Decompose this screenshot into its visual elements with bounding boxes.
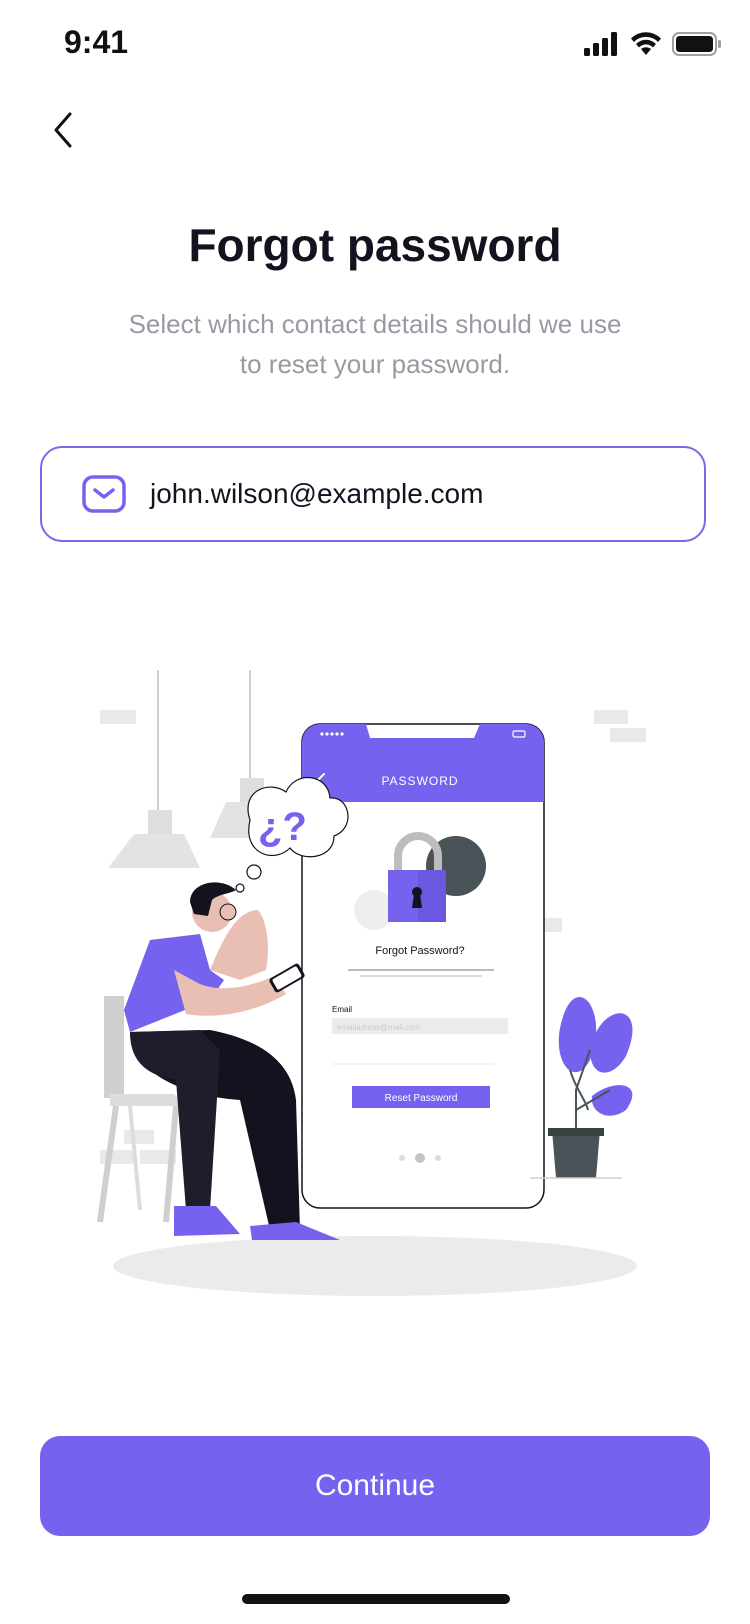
signal-icon: [584, 32, 617, 56]
continue-button[interactable]: Continue: [40, 1436, 710, 1536]
phone-heading-text: Forgot Password?: [375, 945, 464, 957]
phone-reset-button: Reset Password: [385, 1093, 458, 1104]
wifi-icon: [631, 32, 661, 55]
forgot-password-illustration: PASSWORD Forgot Password? Email emailadr…: [97, 670, 646, 1296]
back-button[interactable]: [44, 104, 88, 156]
status-icons: [584, 32, 722, 56]
battery-icon: [672, 32, 721, 56]
home-indicator[interactable]: [242, 1594, 510, 1604]
page-subtitle: Select which contact details should we u…: [128, 309, 622, 379]
phone-email-placeholder: emailadress@mail.com: [337, 1023, 421, 1032]
mail-icon: [82, 475, 126, 513]
page-title: Forgot password: [188, 219, 562, 271]
chevron-left-icon: [54, 112, 72, 148]
status-bar: 9:41: [0, 0, 750, 90]
thought-bubble-text: ¿?: [258, 805, 307, 849]
status-time: 9:41: [64, 24, 129, 60]
phone-email-label: Email: [332, 1005, 352, 1014]
email-contact-option[interactable]: john.wilson@example.com: [40, 446, 706, 542]
phone-header-text: PASSWORD: [381, 774, 458, 788]
email-contact-value: john.wilson@example.com: [150, 478, 484, 509]
